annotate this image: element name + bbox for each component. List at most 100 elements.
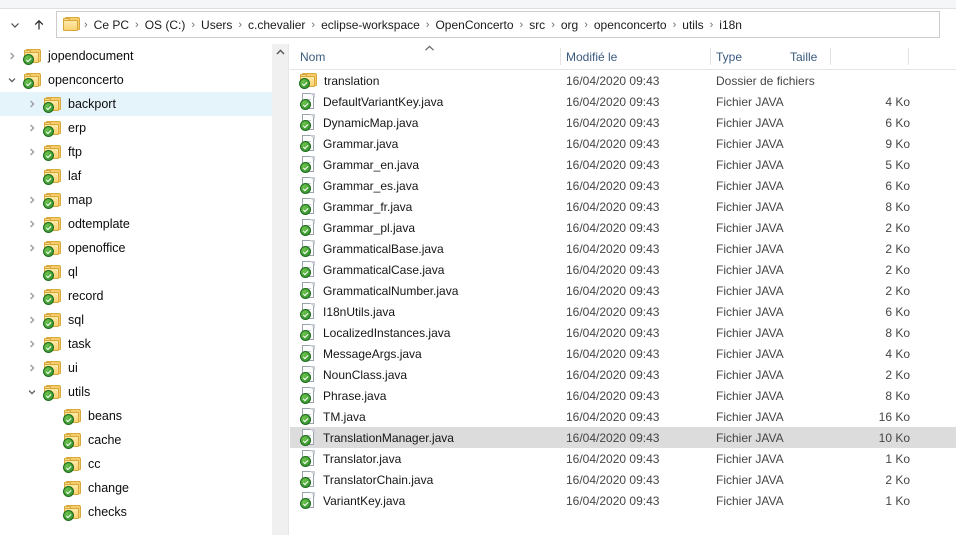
cell-name: DynamicMap.java (300, 112, 418, 133)
breadcrumb-path-field[interactable]: › Ce PC › OS (C:) › Users › c.chevalier › eclipse… (56, 11, 940, 38)
sidebar-item-cc[interactable]: cc (0, 452, 272, 476)
tree-expander-chevron-right-icon[interactable] (24, 360, 40, 376)
cell-modified: 16/04/2020 09:43 (566, 304, 660, 319)
breadcrumb-item[interactable]: openconcerto (590, 16, 671, 34)
sidebar-item-change[interactable]: change (0, 476, 272, 500)
column-divider[interactable] (560, 48, 561, 65)
sidebar-item-ql[interactable]: ql (0, 260, 272, 284)
table-row[interactable]: MessageArgs.java 16/04/2020 09:43 Fichier … (290, 343, 956, 364)
up-one-level-arrow-up-icon[interactable] (28, 11, 50, 39)
tree-expander-chevron-right-icon[interactable] (24, 312, 40, 328)
cell-modified: 16/04/2020 09:43 (566, 325, 660, 340)
table-row[interactable]: GrammaticalNumber.java 16/04/2020 09:43 Fi… (290, 280, 956, 301)
sidebar-item-laf[interactable]: laf (0, 164, 272, 188)
cell-modified: 16/04/2020 09:43 (566, 430, 660, 445)
tree-expander-chevron-right-icon[interactable] (24, 336, 40, 352)
table-row[interactable]: Phrase.java 16/04/2020 09:43 Fichier JAVA 8… (290, 385, 956, 406)
table-row[interactable]: NounClass.java 16/04/2020 09:43 Fichier JA… (290, 364, 956, 385)
breadcrumb-item[interactable]: src (525, 16, 549, 34)
sidebar-item-backport[interactable]: backport (0, 92, 272, 116)
table-row[interactable]: GrammaticalBase.java 16/04/2020 09:43 Fich… (290, 238, 956, 259)
table-row[interactable]: LocalizedInstances.java 16/04/2020 09:43 F… (290, 322, 956, 343)
cell-modified: 16/04/2020 09:43 (566, 283, 660, 298)
sidebar-item-map[interactable]: map (0, 188, 272, 212)
folder-icon (43, 384, 62, 401)
table-row[interactable]: VariantKey.java 16/04/2020 09:43 Fichier J… (290, 490, 956, 511)
cell-name: NounClass.java (300, 364, 407, 385)
sidebar-item-cache[interactable]: cache (0, 428, 272, 452)
sync-ok-badge-icon (43, 269, 54, 281)
breadcrumb-item[interactable]: eclipse-workspace (317, 16, 424, 34)
sidebar-item-ftp[interactable]: ftp (0, 140, 272, 164)
tree-expander-chevron-right-icon[interactable] (24, 288, 40, 304)
sidebar-item-utils[interactable]: utils (0, 380, 272, 404)
tree-expander-chevron-right-icon[interactable] (24, 240, 40, 256)
navigation-pane-scrollbar[interactable] (272, 44, 289, 535)
breadcrumb-item[interactable]: c.chevalier (244, 16, 309, 34)
column-divider[interactable] (710, 48, 711, 65)
file-icon (300, 366, 317, 383)
column-header-modified[interactable]: Modifié le (566, 44, 617, 69)
tree-expander-chevron-right-icon[interactable] (24, 192, 40, 208)
breadcrumb-item[interactable]: Users (197, 16, 236, 34)
tree-expander-chevron-down-icon[interactable] (24, 384, 40, 400)
sidebar-item-label: utils (68, 385, 91, 399)
breadcrumb-separator-icon: › (551, 18, 555, 31)
breadcrumb-item[interactable]: Ce PC (90, 16, 133, 34)
table-row[interactable]: I18nUtils.java 16/04/2020 09:43 Fichier JA… (290, 301, 956, 322)
folder-icon (63, 432, 82, 449)
tree-expander-chevron-down-icon[interactable] (4, 72, 20, 88)
sidebar-item-openconcerto[interactable]: openconcerto (0, 68, 272, 92)
sidebar-item-openoffice[interactable]: openoffice (0, 236, 272, 260)
table-row[interactable]: Translator.java 16/04/2020 09:43 Fichier J… (290, 448, 956, 469)
column-divider[interactable] (908, 48, 909, 65)
sidebar-item-checks[interactable]: checks (0, 500, 272, 524)
recent-locations-chevron-down-icon[interactable] (4, 11, 26, 39)
tree-expander-chevron-right-icon[interactable] (24, 120, 40, 136)
column-header-size[interactable]: Taille (790, 44, 817, 69)
breadcrumb-item[interactable]: OS (C:) (141, 16, 190, 34)
sidebar-item-odtemplate[interactable]: odtemplate (0, 212, 272, 236)
tree-expander-chevron-right-icon[interactable] (24, 96, 40, 112)
sidebar-item-record[interactable]: record (0, 284, 272, 308)
breadcrumb: › Ce PC › OS (C:) › Users › c.chevalier › eclipse… (82, 16, 746, 34)
sidebar-item-jopendocument[interactable]: jopendocument (0, 44, 272, 68)
table-row[interactable]: Grammar_pl.java 16/04/2020 09:43 Fichier J… (290, 217, 956, 238)
cell-type: Fichier JAVA (716, 493, 784, 508)
table-row[interactable]: Grammar_en.java 16/04/2020 09:43 Fichier J… (290, 154, 956, 175)
table-row[interactable]: GrammaticalCase.java 16/04/2020 09:43 Fich… (290, 259, 956, 280)
breadcrumb-item[interactable]: utils (678, 16, 707, 34)
table-row[interactable]: Grammar_fr.java 16/04/2020 09:43 Fichier J… (290, 196, 956, 217)
table-row[interactable]: TranslationManager.java 16/04/2020 09:43 F… (290, 427, 956, 448)
file-name-label: GrammaticalBase.java (323, 241, 444, 256)
breadcrumb-item[interactable]: i18n (715, 16, 746, 34)
tree-expander-chevron-right-icon[interactable] (4, 48, 20, 64)
scroll-up-arrow-icon[interactable] (272, 44, 288, 61)
table-row[interactable]: TranslatorChain.java 16/04/2020 09:43 Fich… (290, 469, 956, 490)
breadcrumb-separator-icon: › (191, 18, 196, 31)
tree-expander-chevron-right-icon[interactable] (24, 216, 40, 232)
cell-size: 6 Ko (885, 115, 910, 130)
folder-icon (43, 288, 62, 305)
tree-expander-chevron-right-icon[interactable] (24, 144, 40, 160)
table-row[interactable]: Grammar_es.java 16/04/2020 09:43 Fichier J… (290, 175, 956, 196)
breadcrumb-item[interactable]: org (557, 16, 582, 34)
sidebar-item-beans[interactable]: beans (0, 404, 272, 428)
cell-name: Grammar.java (300, 133, 398, 154)
table-row[interactable]: TM.java 16/04/2020 09:43 Fichier JAVA 16 Ko (290, 406, 956, 427)
table-row[interactable]: translation 16/04/2020 09:43 Dossier de fi… (290, 70, 956, 91)
table-row[interactable]: DefaultVariantKey.java 16/04/2020 09:43 Fi… (290, 91, 956, 112)
table-row[interactable]: Grammar.java 16/04/2020 09:43 Fichier JAVA… (290, 133, 956, 154)
column-header-type[interactable]: Type (716, 44, 742, 69)
sidebar-item-ui[interactable]: ui (0, 356, 272, 380)
column-header-name[interactable]: Nom (300, 44, 325, 69)
file-icon (300, 429, 317, 446)
breadcrumb-item[interactable]: OpenConcerto (431, 16, 517, 34)
column-divider[interactable] (830, 48, 831, 65)
folder-icon (43, 216, 62, 233)
sidebar-item-erp[interactable]: erp (0, 116, 272, 140)
sidebar-item-task[interactable]: task (0, 332, 272, 356)
sync-ok-badge-icon (63, 485, 74, 497)
sidebar-item-sql[interactable]: sql (0, 308, 272, 332)
table-row[interactable]: DynamicMap.java 16/04/2020 09:43 Fichier J… (290, 112, 956, 133)
